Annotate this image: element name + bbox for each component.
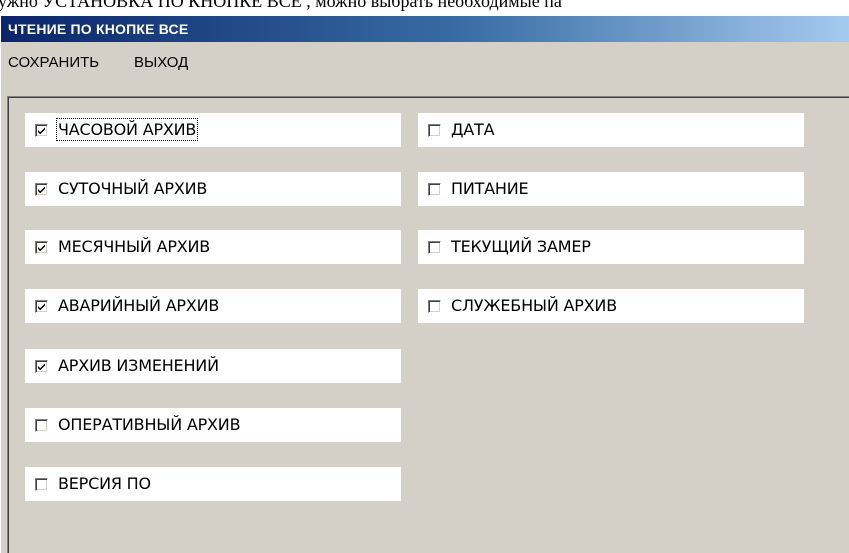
checkmark-icon	[38, 303, 45, 311]
checkbox-label: СУТОЧНЫЙ АРХИВ	[58, 179, 208, 198]
checkbox-daily-archive[interactable]: СУТОЧНЫЙ АРХИВ	[25, 172, 401, 206]
document-text: ужно УСТАНОВКА ПО КНОПКЕ ВСЕ , можно выб…	[0, 0, 562, 11]
checkbox-monthly-archive[interactable]: МЕСЯЧНЫЙ АРХИВ	[25, 230, 401, 264]
menu-save[interactable]: СОХРАНИТЬ	[8, 54, 99, 71]
menu-exit[interactable]: ВЫХОД	[134, 54, 188, 71]
checkbox-box[interactable]	[35, 300, 48, 313]
checkbox-box[interactable]	[35, 419, 48, 432]
checkbox-changes-archive[interactable]: АРХИВ ИЗМЕНЕНИЙ	[25, 349, 401, 383]
options-panel: ЧАСОВОЙ АРХИВ СУТОЧНЫЙ АРХИВ МЕСЯЧНЫЙ АР…	[7, 96, 849, 553]
checkbox-hourly-archive[interactable]: ЧАСОВОЙ АРХИВ	[25, 113, 401, 147]
checkbox-label: ОПЕРАТИВНЫЙ АРХИВ	[58, 415, 241, 434]
checkmark-icon	[38, 186, 45, 194]
document-text-strip: ужно УСТАНОВКА ПО КНОПКЕ ВСЕ , можно выб…	[0, 0, 849, 16]
checkmark-icon	[38, 127, 45, 135]
checkbox-date[interactable]: ДАТА	[418, 113, 804, 147]
menu-bar: СОХРАНИТЬ ВЫХОД	[1, 44, 849, 78]
checkbox-label: ПИТАНИЕ	[451, 179, 529, 198]
checkbox-software-version[interactable]: ВЕРСИЯ ПО	[25, 467, 401, 501]
checkbox-box[interactable]	[428, 241, 441, 254]
checkbox-service-archive[interactable]: СЛУЖЕБНЫЙ АРХИВ	[418, 289, 804, 323]
checkbox-current-measurement[interactable]: ТЕКУЩИЙ ЗАМЕР	[418, 230, 804, 264]
checkbox-label: ДАТА	[451, 120, 495, 139]
checkbox-box[interactable]	[35, 241, 48, 254]
checkbox-label: ВЕРСИЯ ПО	[58, 474, 151, 493]
checkbox-label: СЛУЖЕБНЫЙ АРХИВ	[451, 296, 617, 315]
checkbox-box[interactable]	[35, 124, 48, 137]
checkbox-label: ТЕКУЩИЙ ЗАМЕР	[451, 237, 591, 256]
checkbox-box[interactable]	[428, 300, 441, 313]
checkbox-label: ЧАСОВОЙ АРХИВ	[55, 118, 199, 141]
checkbox-box[interactable]	[428, 124, 441, 137]
checkbox-label: АРХИВ ИЗМЕНЕНИЙ	[58, 356, 219, 375]
checkbox-power[interactable]: ПИТАНИЕ	[418, 172, 804, 206]
title-bar[interactable]: ЧТЕНИЕ ПО КНОПКЕ ВСЕ	[1, 16, 849, 42]
checkbox-emergency-archive[interactable]: АВАРИЙНЫЙ АРХИВ	[25, 289, 401, 323]
checkbox-box[interactable]	[428, 183, 441, 196]
checkbox-box[interactable]	[35, 478, 48, 491]
dialog-window: ЧТЕНИЕ ПО КНОПКЕ ВСЕ СОХРАНИТЬ ВЫХОД ЧАС…	[0, 16, 849, 553]
checkmark-icon	[38, 363, 45, 371]
checkmark-icon	[38, 244, 45, 252]
checkbox-label: МЕСЯЧНЫЙ АРХИВ	[58, 237, 211, 256]
checkbox-label: АВАРИЙНЫЙ АРХИВ	[58, 296, 220, 315]
checkbox-operational-archive[interactable]: ОПЕРАТИВНЫЙ АРХИВ	[25, 408, 401, 442]
checkbox-box[interactable]	[35, 360, 48, 373]
checkbox-box[interactable]	[35, 183, 48, 196]
window-title: ЧТЕНИЕ ПО КНОПКЕ ВСЕ	[8, 21, 189, 37]
